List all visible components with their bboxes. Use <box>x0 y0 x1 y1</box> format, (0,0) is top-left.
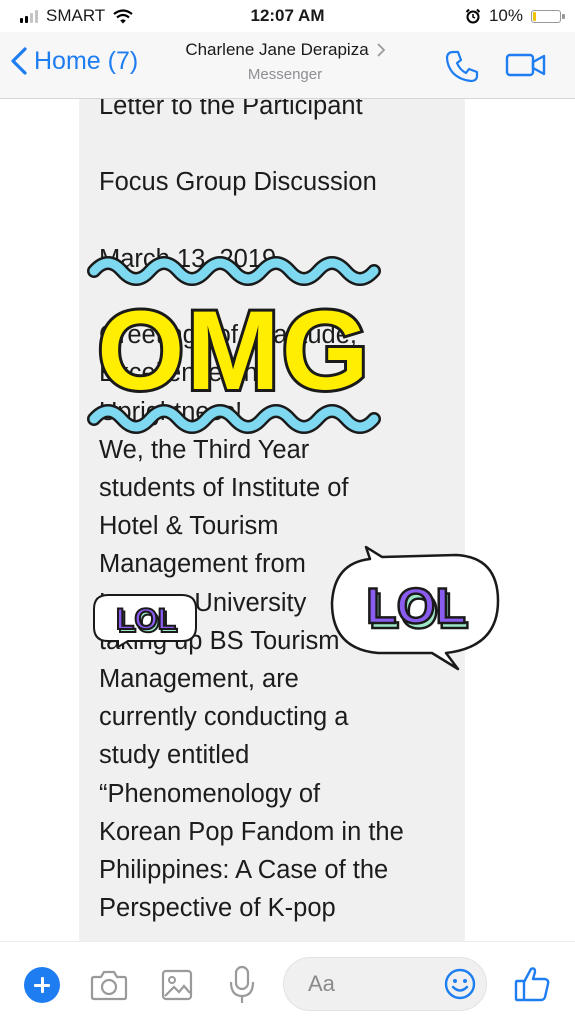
video-camera-icon[interactable] <box>505 52 547 78</box>
status-right: 10% <box>465 6 565 26</box>
composer-bar: Aa <box>0 941 575 1025</box>
contact-info-button[interactable]: Charlene Jane Derapiza Messenger <box>140 40 430 83</box>
thumbs-up-icon[interactable] <box>514 965 550 1003</box>
phone-icon[interactable] <box>444 48 480 84</box>
omg-sticker[interactable]: OMG <box>84 251 384 439</box>
lol-large-text: LOL <box>366 578 466 634</box>
smiley-icon[interactable] <box>444 968 476 1000</box>
message-line: “Phenomenology of <box>99 779 321 808</box>
message-line: Management, are <box>99 665 299 693</box>
conversation-header: Home (7) Charlene Jane Derapiza Messenge… <box>0 32 575 99</box>
message-line: Korean Pop Fandom in the <box>99 817 404 846</box>
contact-subtitle: Messenger <box>247 66 323 83</box>
message-line: Letter to the Participant <box>99 99 363 120</box>
battery-level <box>533 11 536 21</box>
plus-icon[interactable] <box>24 967 60 1003</box>
message-line: study entitled <box>99 741 250 770</box>
lol-sticker-large[interactable]: LOL LOL <box>326 543 506 673</box>
chevron-right-icon <box>377 43 385 57</box>
omg-text: OMG <box>97 288 371 413</box>
battery-percent: 10% <box>488 6 523 25</box>
chevron-left-icon <box>11 47 27 75</box>
microphone-icon[interactable] <box>229 965 255 1005</box>
message-input-placeholder: Aa <box>308 971 335 996</box>
status-bar: SMART 12:07 AM 10% <box>0 0 575 32</box>
lol-sticker-small[interactable]: LOL LOL <box>88 591 200 647</box>
alarm-clock-icon <box>465 8 481 24</box>
message-line: Philippines: A Case of the <box>99 856 389 884</box>
contact-name: Charlene Jane Derapiza <box>185 40 369 59</box>
battery-icon <box>531 9 565 23</box>
message-thread[interactable]: Letter to the Participant Focus Group Dis… <box>0 99 575 941</box>
lol-small-text: LOL <box>116 603 176 636</box>
camera-icon[interactable] <box>90 969 128 1001</box>
message-line: currently conducting a <box>99 703 349 732</box>
back-label: Home (7) <box>34 46 139 75</box>
back-button[interactable]: Home (7) <box>10 46 138 76</box>
message-line: Hotel & Tourism <box>99 512 279 541</box>
message-line: Focus Group Discussion <box>99 168 377 197</box>
image-icon[interactable] <box>161 969 193 1001</box>
message-line: Perspective of K-pop <box>99 894 336 923</box>
message-input[interactable]: Aa <box>283 957 487 1011</box>
message-line: Management from <box>99 550 306 579</box>
message-line: students of Institute of <box>99 474 349 502</box>
